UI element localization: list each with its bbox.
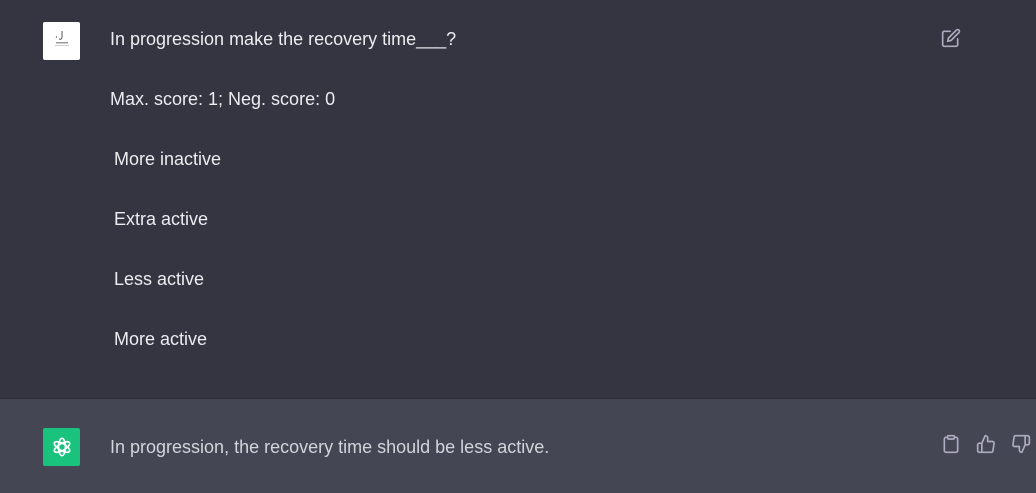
option-item: Less active — [114, 269, 205, 289]
user-message: In progression make the recovery time___… — [0, 0, 1036, 398]
openai-logo-icon — [43, 428, 80, 466]
option-item: More inactive — [114, 149, 222, 169]
assistant-response-text: In progression, the recovery time should… — [110, 437, 550, 457]
thumbs-down-icon[interactable] — [1011, 434, 1031, 454]
clipboard-icon[interactable] — [941, 434, 961, 454]
score-info: Max. score: 1; Neg. score: 0 — [110, 89, 336, 109]
question-text: In progression make the recovery time___… — [110, 29, 457, 49]
thumbs-up-icon[interactable] — [976, 434, 996, 454]
assistant-message: In progression, the recovery time should… — [0, 399, 1036, 493]
user-avatar — [43, 22, 80, 60]
option-item: Extra active — [114, 209, 209, 229]
option-item: More active — [114, 329, 208, 349]
edit-icon[interactable] — [941, 28, 961, 48]
